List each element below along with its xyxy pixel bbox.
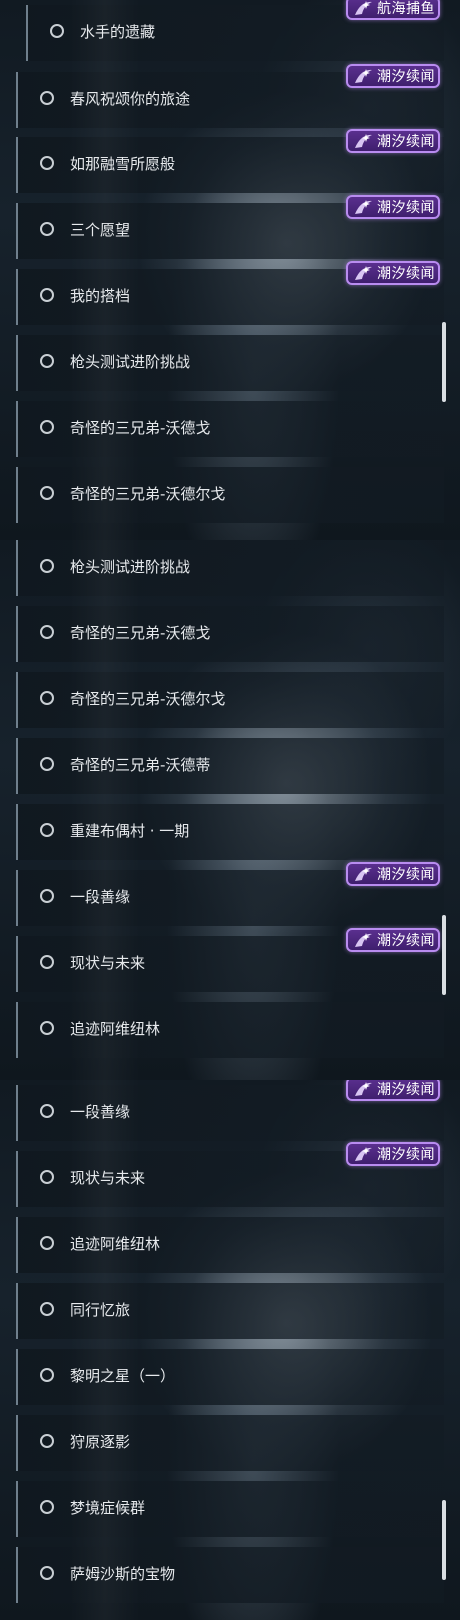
event-badge: 潮汐续闻 [346,195,440,219]
status-circle-icon [40,757,54,771]
quest-title: 萨姆沙斯的宝物 [70,1565,176,1583]
status-circle-icon [40,1368,54,1382]
quest-title: 枪头测试进阶挑战 [70,558,191,576]
event-badge: 航海捕鱼 [346,0,440,20]
status-circle-icon [40,1021,54,1035]
status-circle-icon [40,91,54,105]
quest-item[interactable]: 枪头测试进阶挑战 [16,540,444,596]
quest-title: 奇怪的三兄弟-沃德戈 [70,624,211,642]
sparkle-icon [352,1145,374,1163]
status-circle-icon [40,559,54,573]
event-badge: 潮汐续闻 [346,129,440,153]
sparkle-icon [352,0,374,17]
quest-title: 重建布偶村 · 一期 [70,822,190,840]
quest-item[interactable]: 狩原逐影 [16,1415,444,1471]
quest-item[interactable]: 追迹阿维纽林 [16,1002,444,1058]
quest-item[interactable]: 奇怪的三兄弟-沃德戈 [16,606,444,662]
status-circle-icon [50,24,64,38]
event-badge: 潮汐续闻 [346,1080,440,1101]
quest-item[interactable]: 奇怪的三兄弟-沃德尔戈 [16,467,444,523]
quest-title: 奇怪的三兄弟-沃德戈 [70,419,211,437]
sparkle-icon [352,1080,374,1098]
status-circle-icon [40,889,54,903]
quest-item[interactable]: 萨姆沙斯的宝物 [16,1547,444,1603]
status-circle-icon [40,486,54,500]
status-circle-icon [40,156,54,170]
quest-list-panel-1[interactable]: 水手的遗藏 春风祝颂你的旅途 如那融雪所愿般 三个愿望 我的搭档 枪头测试进阶挑… [0,0,460,540]
quest-title: 枪头测试进阶挑战 [70,353,191,371]
quest-item[interactable]: 追迹阿维纽林 [16,1217,444,1273]
quest-title: 奇怪的三兄弟-沃德尔戈 [70,485,226,503]
status-circle-icon [40,222,54,236]
quest-item[interactable]: 奇怪的三兄弟-沃德戈 [16,401,444,457]
scrollbar-thumb[interactable] [442,915,446,995]
quest-title: 水手的遗藏 [80,23,156,41]
quest-title: 奇怪的三兄弟-沃德蒂 [70,756,211,774]
quest-title: 同行忆旅 [70,1301,131,1319]
quest-item[interactable]: 黎明之星（一） [16,1349,444,1405]
status-circle-icon [40,1302,54,1316]
status-circle-icon [40,1170,54,1184]
sparkle-icon [352,67,374,85]
sparkle-icon [352,931,374,949]
quest-title: 春风祝颂你的旅途 [70,90,191,108]
quest-item[interactable]: 梦境症候群 [16,1481,444,1537]
quest-item[interactable]: 枪头测试进阶挑战 [16,335,444,391]
status-circle-icon [40,823,54,837]
status-circle-icon [40,288,54,302]
scrollbar-thumb[interactable] [442,322,446,402]
quest-title: 梦境症候群 [70,1499,146,1517]
event-badge: 潮汐续闻 [346,261,440,285]
quest-title: 如那融雪所愿般 [70,155,176,173]
status-circle-icon [40,1104,54,1118]
status-circle-icon [40,625,54,639]
status-circle-icon [40,955,54,969]
sparkle-icon [352,865,374,883]
quest-title: 追迹阿维纽林 [70,1020,161,1038]
quest-title: 奇怪的三兄弟-沃德尔戈 [70,690,226,708]
quest-item[interactable]: 重建布偶村 · 一期 [16,804,444,860]
quest-title: 黎明之星（一） [70,1367,176,1385]
quest-title: 三个愿望 [70,221,131,239]
quest-title: 现状与未来 [70,1169,146,1187]
quest-item[interactable]: 奇怪的三兄弟-沃德蒂 [16,738,444,794]
event-badge: 潮汐续闻 [346,928,440,952]
status-circle-icon [40,691,54,705]
quest-title: 狩原逐影 [70,1433,131,1451]
status-circle-icon [40,1434,54,1448]
scrollbar-thumb[interactable] [442,1500,446,1580]
quest-list-panel-2[interactable]: 枪头测试进阶挑战 奇怪的三兄弟-沃德戈 奇怪的三兄弟-沃德尔戈 奇怪的三兄弟-沃… [0,540,460,1080]
status-circle-icon [40,1566,54,1580]
status-circle-icon [40,1500,54,1514]
event-badge: 潮汐续闻 [346,64,440,88]
event-badge: 潮汐续闻 [346,862,440,886]
sparkle-icon [352,264,374,282]
quest-title: 我的搭档 [70,287,131,305]
quest-title: 一段善缘 [70,1103,131,1121]
status-circle-icon [40,354,54,368]
quest-list-panel-3[interactable]: 一段善缘 现状与未来 追迹阿维纽林 同行忆旅 黎明之星（一） 狩原逐影 梦境症候… [0,1080,460,1620]
sparkle-icon [352,132,374,150]
quest-item[interactable]: 奇怪的三兄弟-沃德尔戈 [16,672,444,728]
quest-item[interactable]: 同行忆旅 [16,1283,444,1339]
sparkle-icon [352,198,374,216]
status-circle-icon [40,420,54,434]
quest-title: 现状与未来 [70,954,146,972]
quest-title: 一段善缘 [70,888,131,906]
quest-title: 追迹阿维纽林 [70,1235,161,1253]
event-badge: 潮汐续闻 [346,1142,440,1166]
status-circle-icon [40,1236,54,1250]
